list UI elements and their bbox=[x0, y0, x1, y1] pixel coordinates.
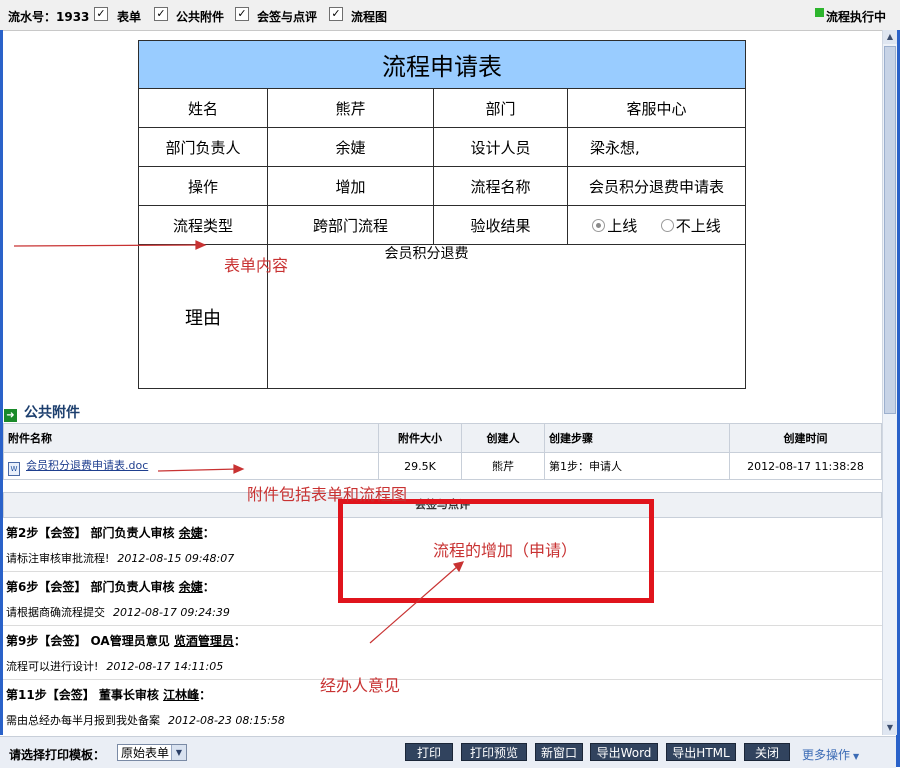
print-template-select[interactable]: 原始表单 ▼ bbox=[117, 744, 187, 761]
arrow-head bbox=[233, 464, 245, 474]
annotation-attachments: 附件包括表单和流程图 bbox=[247, 485, 408, 504]
annotation-flow-add: 流程的增加（申请） bbox=[433, 541, 578, 560]
annotation-handler-opinion: 经办人意见 bbox=[320, 676, 401, 695]
arrow-handler bbox=[369, 565, 459, 644]
chevron-down-icon[interactable]: ▼ bbox=[171, 745, 186, 760]
arrow-head bbox=[195, 240, 207, 250]
print-template-label: 请选择打印模板： bbox=[9, 748, 106, 762]
print-template-value: 原始表单 bbox=[121, 746, 170, 760]
export-word-button[interactable]: 导出Word bbox=[590, 743, 658, 761]
export-html-button[interactable]: 导出HTML bbox=[666, 743, 736, 761]
arrow-head bbox=[452, 561, 465, 573]
more-operations-link[interactable]: 更多操作 ▼ bbox=[802, 746, 859, 763]
print-preview-button[interactable]: 打印预览 bbox=[461, 743, 527, 761]
annotation-arrows bbox=[13, 240, 465, 644]
bottom-toolbar: 请选择打印模板： 原始表单 ▼ 打印 打印预览 新窗口 导出Word 导出HTM… bbox=[0, 736, 896, 768]
close-button[interactable]: 关闭 bbox=[744, 743, 790, 761]
annotation-form-content: 表单内容 bbox=[224, 256, 289, 275]
new-window-button[interactable]: 新窗口 bbox=[535, 743, 583, 761]
chevron-down-icon: ▼ bbox=[853, 752, 860, 761]
print-button[interactable]: 打印 bbox=[405, 743, 453, 761]
arrow-attachments bbox=[157, 468, 239, 472]
arrow-form-content bbox=[13, 244, 201, 247]
more-operations-text: 更多操作 bbox=[802, 748, 851, 762]
